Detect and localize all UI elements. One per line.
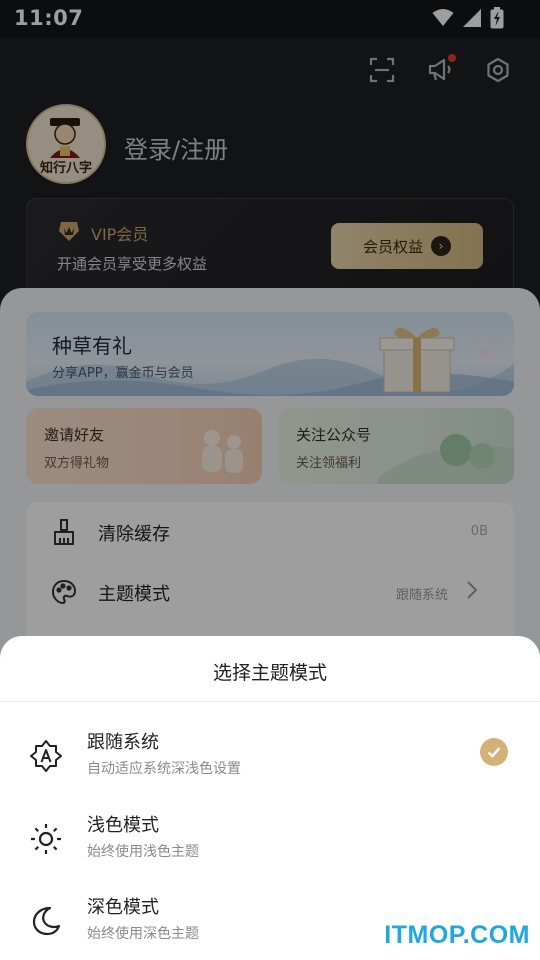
check-icon: [480, 738, 508, 766]
option-title: 跟随系统: [87, 732, 159, 753]
sheet-divider: [0, 701, 540, 702]
sun-icon: [31, 824, 61, 854]
option-title: 深色模式: [87, 897, 159, 918]
option-subtitle: 自动适应系统深浅色设置: [87, 761, 241, 777]
theme-mode-sheet: 选择主题模式 跟随系统 自动适应系统深浅色设置 浅色模式 始终使用浅色主题 深色…: [0, 636, 540, 960]
option-subtitle: 始终使用深色主题: [87, 926, 199, 942]
theme-option-light[interactable]: 浅色模式 始终使用浅色主题: [0, 799, 540, 879]
auto-mode-icon: [30, 740, 62, 772]
sheet-title: 选择主题模式: [212, 662, 327, 684]
theme-option-system[interactable]: 跟随系统 自动适应系统深浅色设置: [0, 716, 540, 796]
option-title: 浅色模式: [87, 815, 159, 836]
option-subtitle: 始终使用浅色主题: [87, 844, 199, 860]
moon-icon: [32, 906, 61, 936]
watermark: ITMOP.COM: [384, 921, 530, 949]
